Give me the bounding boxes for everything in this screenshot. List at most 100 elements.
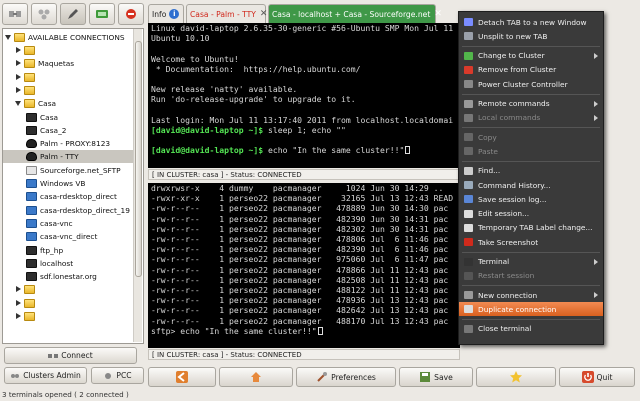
terminal-line: * Documentation: https://help.ubuntu.com… <box>151 63 361 74</box>
expand-arrow-icon[interactable] <box>15 60 22 67</box>
save-button[interactable]: Save <box>399 367 473 387</box>
expand-arrow-icon[interactable] <box>15 299 22 307</box>
favourite-button[interactable] <box>476 367 556 387</box>
home-button[interactable] <box>219 367 293 387</box>
tree-connection[interactable]: Sourceforge.net_SFTP <box>3 164 135 177</box>
menu-separator <box>462 127 600 129</box>
menu-item-change-to-cluster[interactable]: Change to Cluster <box>459 49 603 63</box>
menu-item-label: Copy <box>478 132 497 142</box>
menu-item-terminal[interactable]: Terminal <box>459 255 603 269</box>
tree-folder[interactable] <box>3 44 135 57</box>
tree-folder[interactable]: Maquetas <box>3 57 135 70</box>
tree-connection[interactable]: Casa_2 <box>3 124 135 137</box>
expand-arrow-icon[interactable] <box>15 73 22 81</box>
tree-root[interactable]: AVAILABLE CONNECTIONS <box>5 31 137 44</box>
menu-item-unsplit-to-new-tab[interactable]: Unsplit to new TAB <box>459 29 603 43</box>
submenu-arrow-icon <box>594 100 598 107</box>
history-icon <box>464 181 473 189</box>
menu-item-label: Local commands <box>478 113 541 123</box>
quit-button[interactable]: Quit <box>559 367 635 387</box>
menu-item-edit-session[interactable]: Edit session... <box>459 207 603 221</box>
tab-cluster[interactable]: Casa - localhost + Casa - Sourceforge.ne… <box>268 4 442 23</box>
tree-item-label: Casa <box>38 99 57 109</box>
menu-item-new-connection[interactable]: New connection <box>459 288 603 302</box>
tree-connection[interactable]: casa-rdesktop_direct_19 <box>3 204 135 217</box>
terminal-line: -rwxr-xr-x 1 perseo22 pacmanager 32165 J… <box>151 193 454 204</box>
no-icon[interactable] <box>118 3 144 25</box>
cluster-icon[interactable] <box>31 3 57 25</box>
tree-folder[interactable] <box>3 71 135 84</box>
menu-item-remove-from-cluster[interactable]: Remove from Cluster <box>459 63 603 77</box>
tree-scrollbar[interactable] <box>133 29 142 342</box>
menu-item-paste[interactable]: Paste <box>459 144 603 158</box>
menu-item-detach-tab-to-a-new-window[interactable]: Detach TAB to a new Window <box>459 15 603 29</box>
menu-item-label: New connection <box>478 290 538 300</box>
connect-button[interactable]: Connect <box>4 347 137 364</box>
menu-separator <box>462 318 600 320</box>
menu-item-copy[interactable]: Copy <box>459 130 603 144</box>
tree-folder[interactable] <box>3 283 135 296</box>
terminal-line: -rw-r--r-- 1 perseo22 pacmanager 482302 … <box>151 223 449 234</box>
menu-item-take-screenshot[interactable]: Take Screenshot <box>459 235 603 249</box>
duplicate-icon <box>464 305 473 314</box>
terminal-line: -rw-r--r-- 1 perseo22 pacmanager 482390 … <box>151 213 449 224</box>
close-icon[interactable]: ✕ <box>434 9 442 19</box>
context-menu: Detach TAB to a new Window Unsplit to new… <box>458 11 604 345</box>
menu-item-duplicate-connection[interactable]: Duplicate connection <box>459 302 603 317</box>
tree-folder[interactable] <box>3 84 135 97</box>
tree-folder[interactable] <box>3 310 135 323</box>
menu-item-label: Take Screenshot <box>478 237 539 247</box>
menu-item-temporary-tab-label-change[interactable]: Temporary TAB Label change... <box>459 221 603 235</box>
preferences-button[interactable]: Preferences <box>296 367 396 387</box>
tree-folder[interactable]: Casa <box>3 97 135 110</box>
manager-icon[interactable] <box>89 3 115 25</box>
menu-item-label: Close terminal <box>478 324 532 334</box>
tree-connection[interactable]: ftp_hp <box>3 244 135 257</box>
terminal-line: -rw-r--r-- 1 perseo22 pacmanager 488170 … <box>151 315 449 326</box>
tree-folder[interactable] <box>3 297 135 310</box>
tree-connection[interactable]: Windows VB <box>3 177 135 190</box>
menu-item-command-history[interactable]: Command History... <box>459 178 603 192</box>
expand-arrow-icon[interactable] <box>15 286 22 293</box>
tab-palm-tty[interactable]: Casa - Palm - TTY ✕ <box>186 4 268 23</box>
expand-arrow-icon[interactable] <box>5 34 12 41</box>
tree-connection[interactable]: casa-vnc <box>3 217 135 230</box>
expand-arrow-icon[interactable] <box>15 86 22 94</box>
terminal-line: -rw-r--r-- 1 perseo22 pacmanager 478806 … <box>151 234 449 245</box>
tree-connection[interactable]: Casa <box>3 111 135 124</box>
home-icon <box>251 372 261 382</box>
pcc-icon <box>105 372 112 379</box>
back-button[interactable] <box>148 367 216 387</box>
cursor <box>405 146 411 155</box>
connect-icon[interactable] <box>2 3 28 25</box>
tree-connection[interactable]: Palm - TTY <box>3 150 135 164</box>
tree-connection[interactable]: localhost <box>3 257 135 270</box>
menu-item-power-cluster-controller[interactable]: Power Cluster Controller <box>459 77 603 91</box>
menu-separator <box>462 45 600 47</box>
terminal-icon <box>26 112 37 122</box>
tree-connection[interactable]: Palm - PROXY:8123 <box>3 137 135 150</box>
penguin-icon <box>26 152 37 162</box>
expand-arrow-icon[interactable] <box>15 47 22 54</box>
expand-arrow-icon[interactable] <box>15 313 22 320</box>
menu-item-local-commands[interactable]: Local commands <box>459 111 603 125</box>
tree-connection[interactable]: sdf.lonestar.org <box>3 270 135 283</box>
edit-icon[interactable] <box>60 3 86 25</box>
menu-item-find[interactable]: Find... <box>459 164 603 178</box>
menu-item-remote-commands[interactable]: Remote commands <box>459 97 603 111</box>
clusters-admin-button[interactable]: Clusters Admin <box>4 367 87 384</box>
tree-connection[interactable]: casa-vnc_direct <box>3 230 135 243</box>
tab-info[interactable]: Info i <box>148 4 184 23</box>
terminal-bottom[interactable]: drwxrwsr-x 4 dummy pacmanager 1024 Jun 3… <box>148 183 460 348</box>
menu-item-save-session-log[interactable]: Save session log... <box>459 192 603 206</box>
collapse-arrow-icon[interactable] <box>15 100 22 107</box>
tree-connection[interactable]: casa-rdesktop_direct <box>3 190 135 203</box>
submenu-arrow-icon <box>594 258 598 265</box>
terminal-top[interactable]: Linux david-laptop 2.6.35-30-generic #56… <box>148 23 460 168</box>
menu-item-restart-session[interactable]: Restart session <box>459 269 603 283</box>
close-icon[interactable]: ✕ <box>260 9 268 19</box>
pcc-button[interactable]: PCC <box>91 367 144 384</box>
menu-item-close-terminal[interactable]: Close terminal <box>459 322 603 336</box>
terminal-icon <box>464 257 473 266</box>
